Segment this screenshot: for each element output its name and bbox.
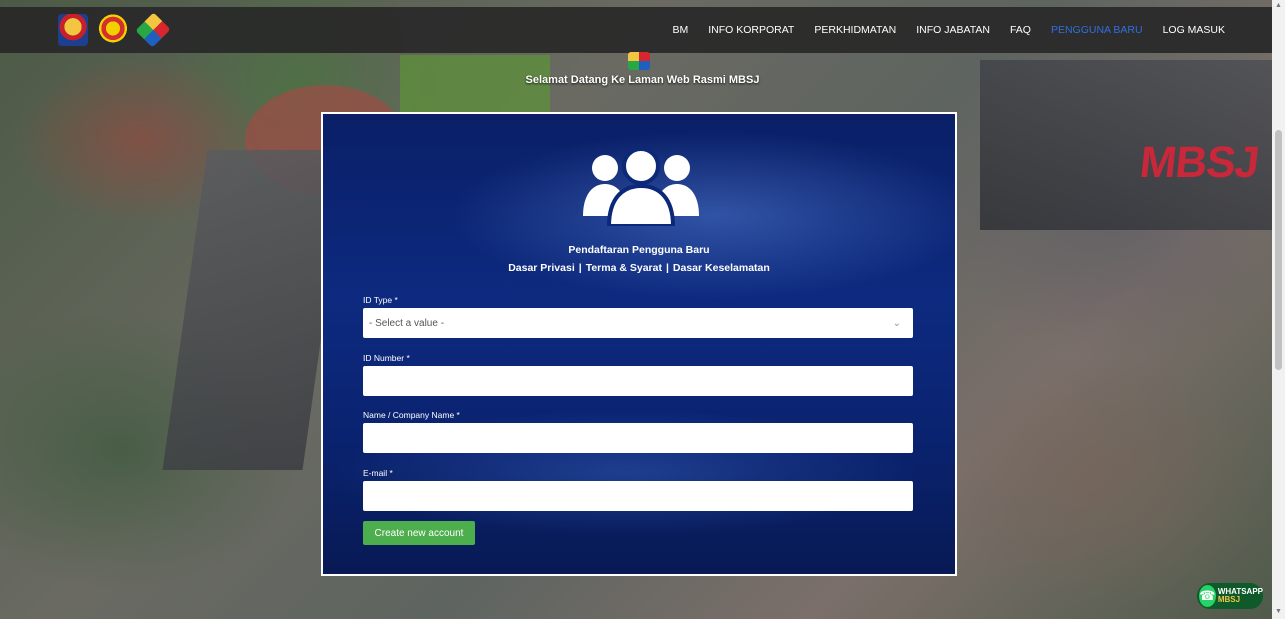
mbsj-logo-icon[interactable] xyxy=(135,12,171,48)
phone-icon: ☎ xyxy=(1199,585,1216,607)
id-type-select[interactable]: - Select a value - ⌄ xyxy=(363,308,913,338)
nav-item-info-jabatan[interactable]: INFO JABATAN xyxy=(916,24,990,36)
scroll-up-icon[interactable]: ▲ xyxy=(1274,2,1283,11)
link-dasar-privasi[interactable]: Dasar Privasi xyxy=(508,262,575,274)
create-account-button[interactable]: Create new account xyxy=(363,521,475,545)
panel-title: Pendaftaran Pengguna Baru xyxy=(568,244,710,256)
scroll-thumb[interactable] xyxy=(1275,130,1282,370)
link-dasar-keselamatan[interactable]: Dasar Keselamatan xyxy=(673,262,770,274)
nav-item-log-masuk[interactable]: LOG MASUK xyxy=(1163,24,1225,36)
nav-item-perkhidmatan[interactable]: PERKHIDMATAN xyxy=(814,24,896,36)
selangor-crest-icon[interactable] xyxy=(98,14,128,46)
id-number-input[interactable] xyxy=(363,366,913,396)
nav-item-bm[interactable]: BM xyxy=(672,24,688,36)
main-nav: BM INFO KORPORAT PERKHIDMATAN INFO JABAT… xyxy=(672,7,1225,53)
name-label: Name / Company Name * xyxy=(363,410,460,420)
whatsapp-badge[interactable]: ☎ WHATSAPP MBSJ xyxy=(1197,583,1263,609)
malaysia-crest-icon[interactable] xyxy=(58,14,88,46)
top-navigation-bar: BM INFO KORPORAT PERKHIDMATAN INFO JABAT… xyxy=(0,7,1285,53)
id-number-label: ID Number * xyxy=(363,353,410,363)
link-separator: | xyxy=(578,262,582,274)
link-terma-syarat[interactable]: Terma & Syarat xyxy=(586,262,662,274)
whatsapp-line2: MBSJ xyxy=(1217,595,1241,604)
link-separator: | xyxy=(665,262,669,274)
registration-panel: Pendaftaran Pengguna Baru Dasar Privasi |… xyxy=(321,112,957,576)
chevron-down-icon: ⌄ xyxy=(892,317,901,329)
logo-group xyxy=(58,11,171,49)
background-building-sign: MBSJ xyxy=(1137,138,1261,187)
name-input[interactable] xyxy=(363,423,913,453)
email-label: E-mail * xyxy=(363,468,393,478)
welcome-mbsj-logo-icon xyxy=(628,52,650,70)
page-scrollbar[interactable]: ▲ ▼ xyxy=(1272,0,1285,619)
id-type-selected-value: - Select a value - xyxy=(369,317,445,329)
nav-item-faq[interactable]: FAQ xyxy=(1010,24,1031,36)
nav-item-pengguna-baru[interactable]: PENGGUNA BARU xyxy=(1051,24,1143,36)
welcome-text: Selamat Datang Ke Laman Web Rasmi MBSJ xyxy=(525,74,760,86)
scroll-down-icon[interactable]: ▼ xyxy=(1274,608,1283,617)
policy-links: Dasar Privasi | Terma & Syarat | Dasar Kesel… xyxy=(323,262,955,274)
nav-item-info-korporat[interactable]: INFO KORPORAT xyxy=(708,24,794,36)
id-type-label: ID Type * xyxy=(363,295,398,305)
email-input[interactable] xyxy=(363,481,913,511)
users-group-icon xyxy=(583,147,699,226)
whatsapp-label: WHATSAPP MBSJ xyxy=(1218,588,1263,604)
